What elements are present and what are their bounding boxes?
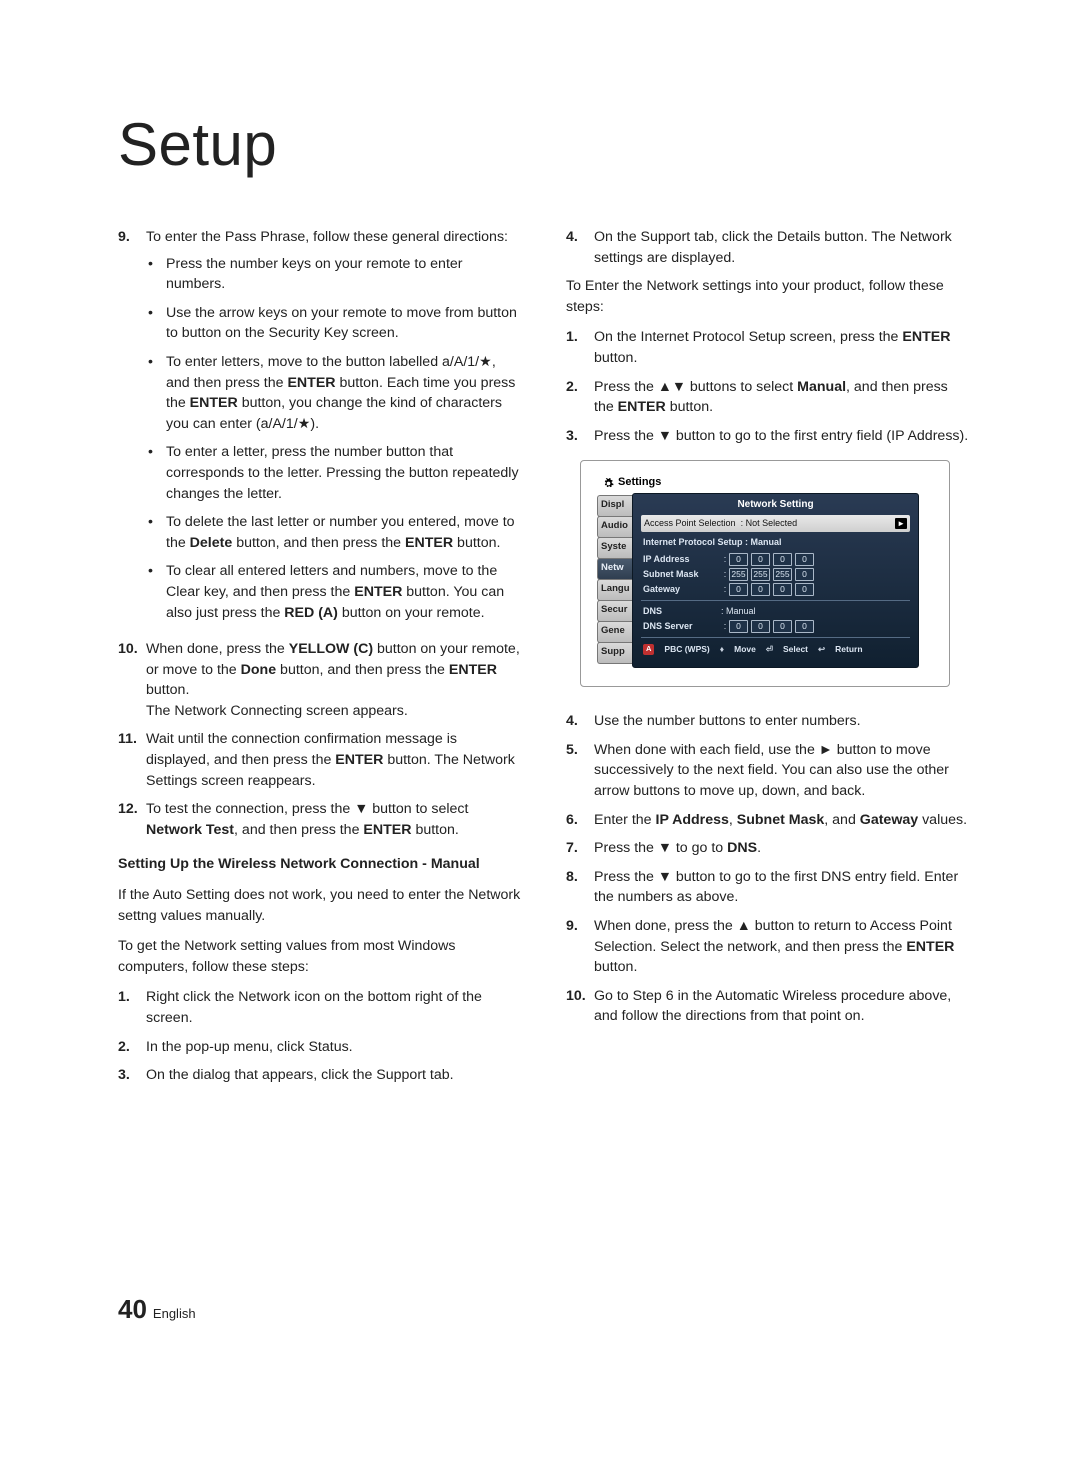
step-number: 3. bbox=[566, 426, 594, 447]
gear-icon bbox=[603, 478, 614, 489]
octet-input[interactable]: 0 bbox=[751, 553, 770, 566]
panel-footer-hints: A PBC (WPS) ♦Move ⏎Select ↩Return bbox=[641, 641, 910, 655]
octet-input[interactable]: 0 bbox=[729, 620, 748, 633]
octet-input[interactable]: 0 bbox=[751, 583, 770, 596]
step-number: 10. bbox=[566, 986, 594, 1027]
ip-address-row: IP Address: 0 0 0 0 bbox=[641, 552, 910, 567]
paragraph: To get the Network setting values from m… bbox=[118, 936, 522, 977]
tab[interactable]: Audio bbox=[597, 516, 635, 538]
tab[interactable]: Gene bbox=[597, 621, 635, 643]
step-text: Use the number buttons to enter numbers. bbox=[594, 711, 970, 732]
step-number: 1. bbox=[566, 327, 594, 368]
step-number: 1. bbox=[118, 987, 146, 1028]
step-text: Go to Step 6 in the Automatic Wireless p… bbox=[594, 986, 970, 1027]
step-number: 7. bbox=[566, 838, 594, 859]
button-a-icon: A bbox=[643, 644, 654, 655]
bullet-text: Use the arrow keys on your remote to mov… bbox=[166, 303, 522, 344]
step-text: In the pop-up menu, click Status. bbox=[146, 1037, 522, 1058]
gateway-row: Gateway: 0 0 0 0 bbox=[641, 582, 910, 597]
step-text: Enter the IP Address, Subnet Mask, and G… bbox=[594, 810, 970, 831]
tab[interactable]: Langu bbox=[597, 579, 635, 601]
settings-screenshot: Settings Displ Audio Syste Netw Langu Se… bbox=[580, 460, 950, 687]
tab[interactable]: Secur bbox=[597, 600, 635, 622]
access-point-selection-row[interactable]: Access Point Selection : Not Selected ► bbox=[641, 515, 910, 532]
step-number: 5. bbox=[566, 740, 594, 802]
step-text: When done, press the ▲ button to return … bbox=[594, 916, 970, 978]
settings-bar-label: Settings bbox=[618, 475, 661, 491]
step-text: On the Internet Protocol Setup screen, p… bbox=[594, 327, 970, 368]
octet-input[interactable]: 0 bbox=[751, 620, 770, 633]
step-text: On the dialog that appears, click the Su… bbox=[146, 1065, 522, 1086]
octet-input[interactable]: 0 bbox=[795, 553, 814, 566]
step-number: 8. bbox=[566, 867, 594, 908]
step-number: 2. bbox=[118, 1037, 146, 1058]
step-text: Press the ▼ to go to DNS. bbox=[594, 838, 970, 859]
page-language: English bbox=[153, 1306, 196, 1321]
step-text: Press the ▼ button to go to the first DN… bbox=[594, 867, 970, 908]
step-number: 9. bbox=[118, 227, 146, 631]
octet-input[interactable]: 255 bbox=[773, 568, 792, 581]
step-text: To test the connection, press the ▼ butt… bbox=[146, 799, 522, 840]
step-number: 3. bbox=[118, 1065, 146, 1086]
bullet-text: Press the number keys on your remote to … bbox=[166, 254, 522, 295]
tab[interactable]: Displ bbox=[597, 495, 635, 517]
octet-input[interactable]: 0 bbox=[795, 620, 814, 633]
internet-protocol-setup-row: Internet Protocol Setup : Manual bbox=[641, 535, 910, 552]
left-column: 9. To enter the Pass Phrase, follow thes… bbox=[118, 227, 522, 1094]
right-column: 4. On the Support tab, click the Details… bbox=[566, 227, 970, 1094]
panel-title: Network Setting bbox=[641, 498, 910, 513]
dns-server-row: DNS Server: 0 0 0 0 bbox=[641, 619, 910, 634]
step-text: When done with each field, use the ► but… bbox=[594, 740, 970, 802]
bullet-text: To clear all entered letters and numbers… bbox=[166, 561, 522, 623]
octet-input[interactable]: 0 bbox=[773, 583, 792, 596]
step-number: 4. bbox=[566, 711, 594, 732]
step-number: 6. bbox=[566, 810, 594, 831]
section-subhead: Setting Up the Wireless Network Connecti… bbox=[118, 854, 522, 875]
subnet-mask-row: Subnet Mask: 255 255 255 0 bbox=[641, 567, 910, 582]
bullet-text: To delete the last letter or number you … bbox=[166, 512, 522, 553]
step-number: 10. bbox=[118, 639, 146, 721]
bullet-text: To enter letters, move to the button lab… bbox=[166, 352, 522, 434]
octet-input[interactable]: 0 bbox=[729, 553, 748, 566]
step-text: Press the ▼ button to go to the first en… bbox=[594, 426, 970, 447]
octet-input[interactable]: 0 bbox=[729, 583, 748, 596]
step-text: On the Support tab, click the Details bu… bbox=[594, 227, 970, 268]
paragraph: If the Auto Setting does not work, you n… bbox=[118, 885, 522, 926]
page-title: Setup bbox=[118, 110, 970, 179]
octet-input[interactable]: 0 bbox=[773, 553, 792, 566]
page-number: 40 bbox=[118, 1294, 147, 1325]
step-text: To enter the Pass Phrase, follow these g… bbox=[146, 229, 508, 245]
octet-input[interactable]: 255 bbox=[729, 568, 748, 581]
step-number: 2. bbox=[566, 377, 594, 418]
step-text: Wait until the connection confirmation m… bbox=[146, 729, 522, 791]
step-number: 4. bbox=[566, 227, 594, 268]
tab-active[interactable]: Netw bbox=[597, 558, 635, 580]
octet-input[interactable]: 0 bbox=[795, 568, 814, 581]
step-text: Press the ▲▼ buttons to select Manual, a… bbox=[594, 377, 970, 418]
settings-side-tabs: Displ Audio Syste Netw Langu Secur Gene … bbox=[597, 493, 635, 668]
octet-input[interactable]: 255 bbox=[751, 568, 770, 581]
dns-mode-row: DNS : Manual bbox=[641, 604, 910, 619]
octet-input[interactable]: 0 bbox=[795, 583, 814, 596]
step-number: 9. bbox=[566, 916, 594, 978]
tab[interactable]: Supp bbox=[597, 642, 635, 664]
step-number: 11. bbox=[118, 729, 146, 791]
octet-input[interactable]: 0 bbox=[773, 620, 792, 633]
step-text: When done, press the YELLOW (C) button o… bbox=[146, 639, 522, 721]
step-number: 12. bbox=[118, 799, 146, 840]
bullet-text: To enter a letter, press the number butt… bbox=[166, 442, 522, 504]
paragraph: To Enter the Network settings into your … bbox=[566, 276, 970, 317]
page-footer: 40 English bbox=[118, 1294, 970, 1325]
chevron-right-icon: ► bbox=[895, 518, 907, 530]
tab[interactable]: Syste bbox=[597, 537, 635, 559]
step-text: Right click the Network icon on the bott… bbox=[146, 987, 522, 1028]
